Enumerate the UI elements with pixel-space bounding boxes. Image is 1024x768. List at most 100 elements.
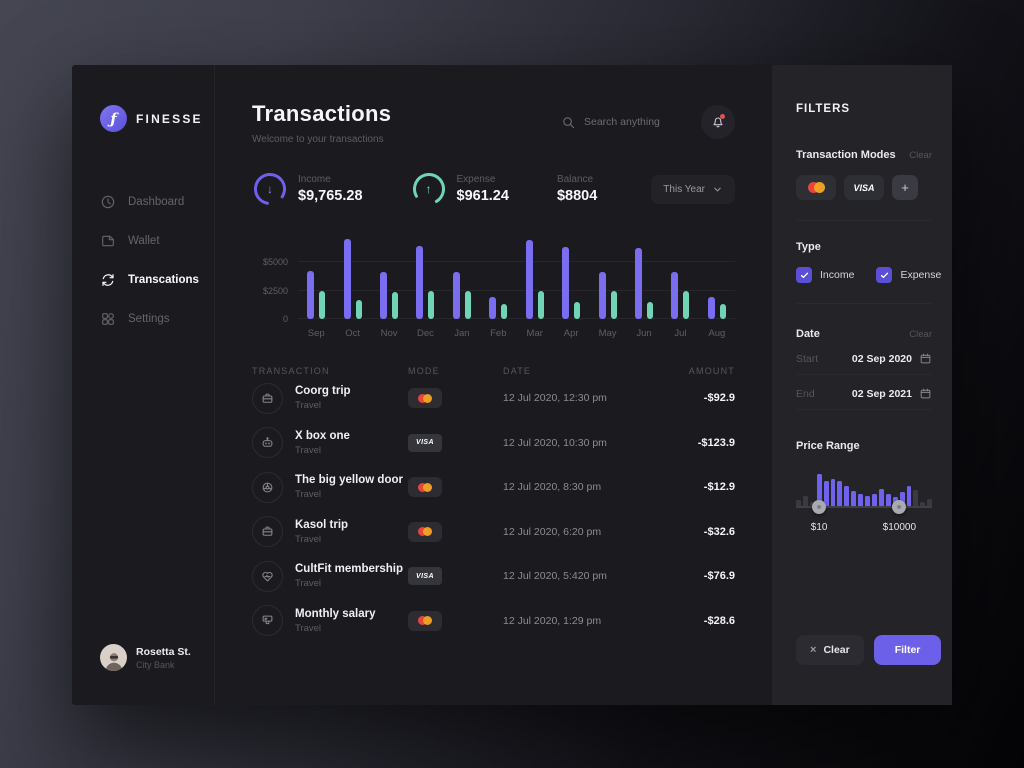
card-machine-icon <box>252 605 283 636</box>
stat-value: $9,765.28 <box>298 188 363 204</box>
transaction-name: CultFit membership <box>295 563 403 575</box>
transaction-date: 12 Jul 2020, 1:29 pm <box>503 615 663 627</box>
table-row[interactable]: X box one Travel VISA 12 Jul 2020, 10:30… <box>252 421 735 466</box>
chart-bars <box>298 237 735 319</box>
table-row[interactable]: CultFit membership Travel VISA 12 Jul 20… <box>252 554 735 599</box>
visa-chip[interactable]: VISA <box>844 175 884 200</box>
x-axis-label: Jul <box>662 328 698 339</box>
calendar-icon <box>919 387 932 400</box>
stat-label: Balance <box>557 174 597 185</box>
visa-icon: VISA <box>408 567 442 585</box>
price-range-section: Price Range $10 $10000 <box>796 440 932 536</box>
search-icon <box>561 115 576 130</box>
table-row[interactable]: The big yellow door Travel 12 Jul 2020, … <box>252 465 735 510</box>
transaction-name: The big yellow door <box>295 474 403 486</box>
grid-icon <box>100 311 116 327</box>
clock-icon <box>100 194 116 210</box>
sidebar-item-dashboard[interactable]: Dashboard <box>100 190 214 214</box>
income-bar <box>416 246 423 319</box>
table-row[interactable]: Coorg trip Travel 12 Jul 2020, 12:30 pm … <box>252 376 735 421</box>
y-axis-tick: $2500 <box>263 286 288 296</box>
expense-bar <box>720 304 726 319</box>
expense-bar <box>465 291 471 320</box>
start-date-field[interactable]: Start 02 Sep 2020 <box>796 340 932 375</box>
sidebar-item-label: Wallet <box>128 235 160 247</box>
chart-month-group <box>371 272 407 319</box>
histogram-bar <box>913 490 918 507</box>
end-label: End <box>796 388 815 400</box>
user-bank: City Bank <box>136 660 191 670</box>
chart-month-group <box>407 246 443 319</box>
expense-bar <box>538 291 544 320</box>
mastercard-icon <box>408 611 442 631</box>
desktop-background: ƒ FINESSE Dashboard Wallet Tran <box>0 0 1024 768</box>
chart-month-group <box>480 297 516 319</box>
expense-bar <box>428 291 434 320</box>
price-range-slider[interactable] <box>796 474 932 514</box>
chart-month-group <box>699 297 735 319</box>
chevron-down-icon <box>712 184 723 195</box>
expense-checkbox[interactable]: Expense <box>876 267 941 283</box>
histogram-bar <box>851 491 856 507</box>
user-profile[interactable]: Rosetta St. City Bank <box>100 644 214 671</box>
apply-filter-button[interactable]: Filter <box>874 635 942 665</box>
histogram-bar <box>837 481 842 507</box>
transaction-date: 12 Jul 2020, 12:30 pm <box>503 392 663 404</box>
clear-filters-button[interactable]: × Clear <box>796 635 864 665</box>
sidebar-item-settings[interactable]: Settings <box>100 307 214 331</box>
finesse-logo-icon: ƒ <box>100 105 127 132</box>
income-bar <box>708 297 715 319</box>
end-date-value: 02 Sep 2021 <box>852 388 912 400</box>
add-mode-button[interactable]: + <box>892 175 918 200</box>
x-axis-label: May <box>589 328 625 339</box>
x-axis-label: Dec <box>407 328 443 339</box>
notification-bell-button[interactable] <box>701 105 735 139</box>
x-axis-label: Apr <box>553 328 589 339</box>
date-section: Date Clear Start 02 Sep 2020 End 02 Sep … <box>796 328 932 410</box>
income-bar <box>307 271 314 319</box>
income-bar <box>526 240 533 319</box>
search-bar[interactable] <box>561 115 689 130</box>
sidebar-item-wallet[interactable]: Wallet <box>100 229 214 253</box>
type-label: Type <box>796 241 932 253</box>
table-row[interactable]: Kasol trip Travel 12 Jul 2020, 6:20 pm -… <box>252 510 735 555</box>
main-header: Transactions Welcome to your transaction… <box>252 101 735 145</box>
income-expense-chart: $5000 $2500 0 SepOctNovDecJanFebMarAprMa… <box>252 237 735 339</box>
price-min-label: $10 <box>811 522 828 533</box>
mastercard-chip[interactable] <box>796 175 836 200</box>
price-min-handle[interactable] <box>812 500 826 514</box>
transaction-modes-section: Transaction Modes Clear VISA + <box>796 149 932 200</box>
chart-plot-area: $5000 $2500 0 <box>298 237 735 319</box>
checkbox-checked-icon <box>796 267 812 283</box>
column-header-date: DATE <box>503 366 663 376</box>
stat-label: Expense <box>457 174 509 185</box>
clear-modes-link[interactable]: Clear <box>909 150 932 161</box>
transaction-date: 12 Jul 2020, 10:30 pm <box>503 437 663 449</box>
transaction-date: 12 Jul 2020, 5:420 pm <box>503 570 663 582</box>
income-bar <box>562 247 569 319</box>
sidebar-item-transactions[interactable]: Transcations <box>100 268 214 292</box>
income-bar <box>453 272 460 319</box>
price-max-handle[interactable] <box>892 500 906 514</box>
transaction-category: Travel <box>295 534 348 545</box>
stat-value: $961.24 <box>457 188 509 204</box>
clear-date-link[interactable]: Clear <box>909 329 932 340</box>
histogram-bar <box>879 489 884 507</box>
wallet-icon <box>100 233 116 249</box>
table-body: Coorg trip Travel 12 Jul 2020, 12:30 pm … <box>252 376 735 643</box>
notification-dot <box>720 114 725 119</box>
checkbox-label: Expense <box>900 269 941 281</box>
income-checkbox[interactable]: Income <box>796 267 854 283</box>
search-input[interactable] <box>584 116 689 128</box>
page-subtitle: Welcome to your transactions <box>252 134 391 145</box>
end-date-field[interactable]: End 02 Sep 2021 <box>796 375 932 410</box>
period-selector[interactable]: This Year <box>651 175 735 204</box>
stat-value: $8804 <box>557 188 597 204</box>
app-window: ƒ FINESSE Dashboard Wallet Tran <box>72 65 952 705</box>
x-axis-label: Feb <box>480 328 516 339</box>
period-label: This Year <box>663 184 705 195</box>
chart-month-group <box>298 271 334 319</box>
visa-icon: VISA <box>408 434 442 452</box>
table-row[interactable]: Monthly salary Travel 12 Jul 2020, 1:29 … <box>252 599 735 644</box>
sidebar-item-label: Transcations <box>128 274 199 286</box>
